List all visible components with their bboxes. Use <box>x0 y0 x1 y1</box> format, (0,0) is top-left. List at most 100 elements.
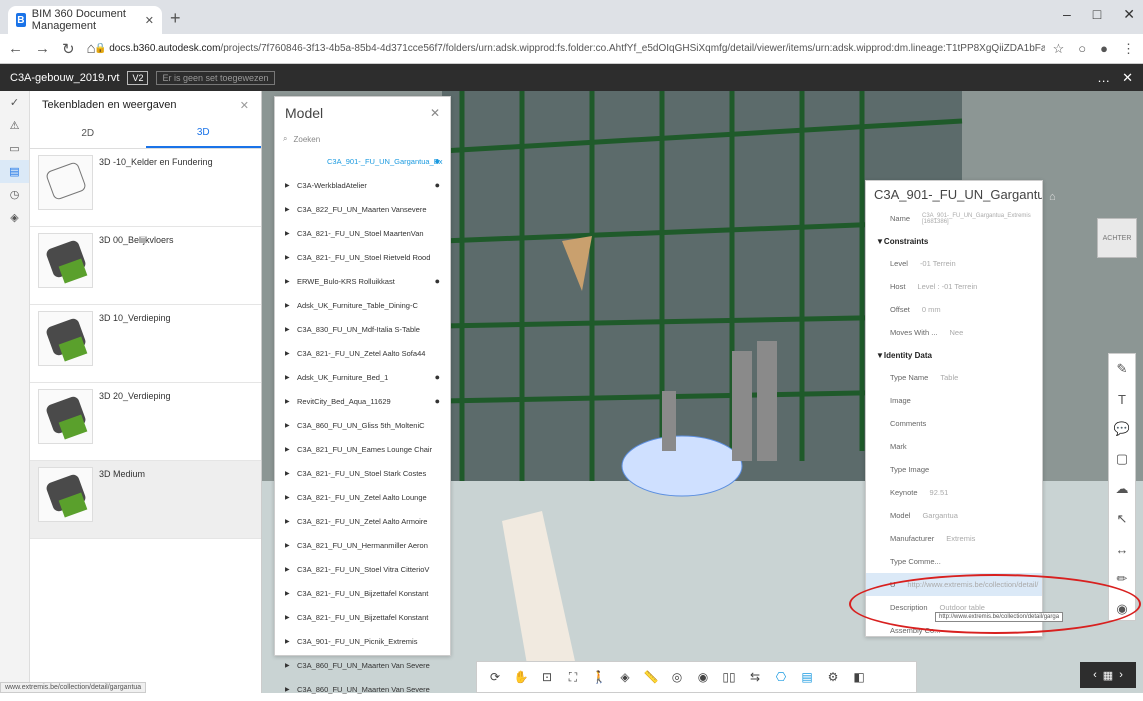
model-row[interactable]: ▶ C3A_821-_FU_UN_Zetel Aalto Sofa44 <box>275 341 450 365</box>
star-icon[interactable]: ☆ <box>1053 41 1065 57</box>
markup-icon[interactable]: ✓ <box>0 91 29 114</box>
model-row[interactable]: ▶ C3A_830_FU_UN_Mdf-Italia S-Table <box>275 317 450 341</box>
set-badge[interactable]: Er is geen set toegewezen <box>156 70 275 85</box>
model-row[interactable]: ▶ Adsk_UK_Furniture_Bed_1 ● <box>275 365 450 389</box>
model-search[interactable]: ⌕ Zoeken <box>275 129 450 149</box>
model-browser-icon[interactable]: ⎔ <box>771 670 791 684</box>
compare-icon[interactable]: ▯▯ <box>719 670 739 684</box>
model-row[interactable]: ▶ Adsk_UK_Furniture_Table_Dining-C <box>275 293 450 317</box>
text-icon[interactable]: T <box>1109 384 1135 414</box>
sheet-item[interactable]: 3D 00_Belijkvloers <box>30 227 261 305</box>
sheet-item[interactable]: 3D 10_Verdieping <box>30 305 261 383</box>
page-nav: ‹ ▦ › <box>1080 662 1136 688</box>
eye-icon: ● <box>434 156 440 166</box>
sheets-icon[interactable]: ▤ <box>0 160 29 183</box>
fit-icon[interactable]: ⛶ <box>563 670 583 685</box>
measure-icon[interactable]: 📏 <box>641 670 661 684</box>
model-row[interactable]: ▶ C3A_821_FU_UN_Eames Lounge Chair <box>275 437 450 461</box>
close-viewer-icon[interactable]: ✕ <box>1122 70 1133 86</box>
model-row[interactable]: ▶ C3A_860_FU_UN_Maarten Van Severe <box>275 677 450 701</box>
history-icon[interactable]: ◷ <box>0 183 29 206</box>
walk-icon[interactable]: 🚶 <box>589 670 609 684</box>
swap-icon[interactable]: ⇆ <box>745 670 765 684</box>
zoom-icon[interactable]: ⊡ <box>537 670 557 684</box>
sheet-thumbnail <box>38 467 93 522</box>
issues-icon[interactable]: ⚠ <box>0 114 29 137</box>
extension-icon[interactable]: ○ <box>1078 41 1086 57</box>
model-row[interactable]: ▶ C3A_821-_FU_UN_Stoel MaartenVan <box>275 221 450 245</box>
model-row-selected[interactable]: C3A_901-_FU_UN_Gargantua_Ex ● <box>275 149 450 173</box>
model-row[interactable]: ▶ C3A_821-_FU_UN_Zetel Aalto Lounge <box>275 485 450 509</box>
cloud-icon[interactable]: ☁ <box>1109 474 1135 504</box>
sheet-name: 3D -10_Kelder en Fundering <box>99 157 213 167</box>
model-row[interactable]: ▶ C3A_821_FU_UN_Hermanmiller Aeron <box>275 533 450 557</box>
minimize-icon[interactable]: – <box>1063 6 1071 23</box>
close-tab-icon[interactable]: ✕ <box>145 14 154 27</box>
close-model-icon[interactable]: ✕ <box>430 106 440 120</box>
sheets-panel: Tekenbladen en weergaven ✕ 2D 3D 3D -10_… <box>30 91 262 693</box>
layers-icon[interactable]: ◈ <box>0 206 29 229</box>
forward-icon[interactable]: → <box>35 40 50 58</box>
model-row[interactable]: ▶ C3A_821-_FU_UN_Zetel Aalto Armoire <box>275 509 450 533</box>
browser-tab[interactable]: B BIM 360 Document Management ✕ <box>8 6 162 34</box>
profile-icon[interactable]: ● <box>1100 41 1108 57</box>
annotation-circle <box>849 574 1141 634</box>
camera-icon[interactable]: ◈ <box>615 670 635 684</box>
properties-icon[interactable]: ▤ <box>797 670 817 684</box>
properties-panel: C3A_901-_FU_UN_Gargantua... NameC3A_901-… <box>865 180 1043 637</box>
sheet-thumbnail <box>38 233 93 288</box>
view-cube[interactable]: ACHTER <box>1097 218 1137 258</box>
dimension-icon[interactable]: ↔ <box>1109 534 1135 564</box>
model-row[interactable]: ▶ C3A-WerkbladAtelier ● <box>275 173 450 197</box>
sheet-item[interactable]: 3D 20_Verdieping <box>30 383 261 461</box>
menu-icon[interactable]: ⋮ <box>1122 41 1135 57</box>
model-row[interactable]: ▶ C3A_860_FU_UN_Gliss 5th_MolteniC <box>275 413 450 437</box>
model-row[interactable]: ▶ C3A_821-_FU_UN_Stoel Stark Costes <box>275 461 450 485</box>
orbit-icon[interactable]: ⟳ <box>485 670 505 684</box>
constraints-section[interactable]: ▼ Constraints <box>866 230 1042 252</box>
callout-icon[interactable]: 💬 <box>1109 414 1135 444</box>
model-row[interactable]: ▶ C3A_901-_FU_UN_Picnik_Extremis <box>275 629 450 653</box>
rectangle-icon[interactable]: ▢ <box>1109 444 1135 474</box>
close-sheets-icon[interactable]: ✕ <box>240 99 249 112</box>
tab-2d[interactable]: 2D <box>30 119 146 148</box>
pan-icon[interactable]: ✋ <box>511 670 531 684</box>
settings-icon[interactable]: ⚙ <box>823 670 843 684</box>
model-browser: Model ✕ ⌕ Zoeken C3A_901-_FU_UN_Gargantu… <box>274 96 451 694</box>
model-row[interactable]: ▶ C3A_821-_FU_UN_Stoel Vitra CitterioV <box>275 557 450 581</box>
app-header: C3A-gebouw_2019.rvt V2 Er is geen set to… <box>0 64 1143 91</box>
explode-icon[interactable]: ◉ <box>693 670 713 684</box>
grid-icon[interactable]: ▦ <box>1103 669 1113 682</box>
sheet-name: 3D 10_Verdieping <box>99 313 171 323</box>
eye-icon: ● <box>434 372 440 382</box>
model-row[interactable]: ▶ C3A_822_FU_UN_Maarten Vansevere <box>275 197 450 221</box>
model-row[interactable]: ▶ C3A_821-_FU_UN_Bijzettafel Konstant <box>275 581 450 605</box>
next-icon[interactable]: › <box>1119 669 1123 681</box>
model-row[interactable]: ▶ C3A_821-_FU_UN_Bijzettafel Konstant <box>275 605 450 629</box>
freehand-icon[interactable]: ✎ <box>1109 354 1135 384</box>
maximize-icon[interactable]: □ <box>1093 6 1101 23</box>
back-icon[interactable]: ← <box>8 40 23 58</box>
model-row[interactable]: ▶ RevitCity_Bed_Aqua_11629 ● <box>275 389 450 413</box>
sheet-item[interactable]: 3D -10_Kelder en Fundering <box>30 149 261 227</box>
section-icon[interactable]: ◎ <box>667 670 687 684</box>
prev-icon[interactable]: ‹ <box>1093 669 1097 681</box>
arrow-icon[interactable]: ↖ <box>1109 504 1135 534</box>
more-icon[interactable]: … <box>1097 70 1110 86</box>
model-row[interactable]: ▶ C3A_860_FU_UN_Maarten Van Severe <box>275 653 450 677</box>
model-row[interactable]: ▶ C3A_821-_FU_UN_Stoel Rietveld Rood <box>275 245 450 269</box>
new-tab-icon[interactable]: + <box>170 8 181 29</box>
browser-tabstrip: B BIM 360 Document Management ✕ + – □ ✕ <box>0 0 1143 34</box>
model-row[interactable]: ▶ ERWE_Bulo-KRS Rolluikkast ● <box>275 269 450 293</box>
file-name: C3A-gebouw_2019.rvt <box>10 71 120 84</box>
tab-3d[interactable]: 3D <box>145 119 261 148</box>
reload-icon[interactable]: ↻ <box>62 40 75 58</box>
identity-section[interactable]: ▼ Identity Data <box>866 344 1042 366</box>
home-view-icon[interactable]: ⌂ <box>1049 191 1056 203</box>
version-badge[interactable]: V2 <box>127 70 149 85</box>
sheet-item[interactable]: 3D Medium <box>30 461 261 539</box>
url-field[interactable]: 🔒 docs.b360.autodesk.com/projects/7f7608… <box>94 43 1045 54</box>
close-window-icon[interactable]: ✕ <box>1123 6 1135 23</box>
fullscreen-icon[interactable]: ◧ <box>849 670 869 684</box>
comments-icon[interactable]: ▭ <box>0 137 29 160</box>
